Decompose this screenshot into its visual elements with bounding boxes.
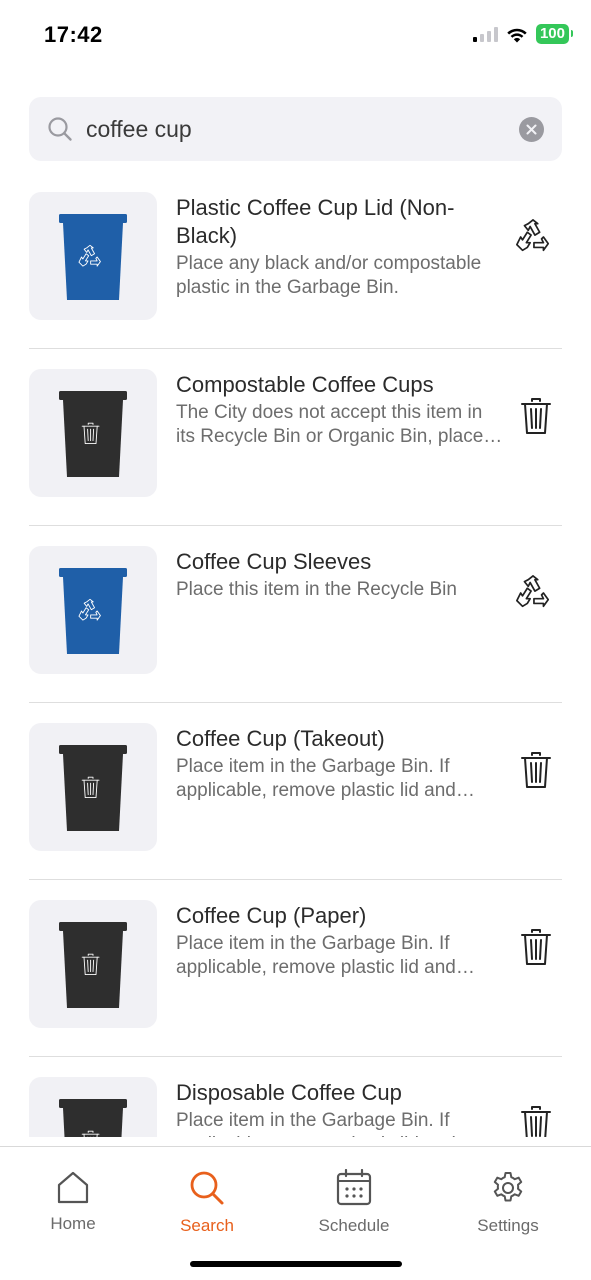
status-indicators: 100 <box>472 24 574 44</box>
tab-home[interactable]: Home <box>13 1169 133 1234</box>
result-title: Disposable Coffee Cup <box>176 1080 402 1105</box>
tab-schedule-label: Schedule <box>318 1216 390 1235</box>
result-text: Compostable Coffee Cups The City does not… <box>176 371 506 449</box>
close-icon <box>526 124 537 135</box>
wifi-icon <box>507 28 527 42</box>
result-row[interactable]: Compostable Coffee Cups The City does not… <box>29 349 562 526</box>
clear-search-button[interactable] <box>519 117 544 142</box>
result-row[interactable]: Coffee Cup (Takeout) Place item in the Ga… <box>29 703 562 880</box>
result-text: Coffee Cup (Paper) Place item in the Garb… <box>176 902 506 980</box>
bin-thumbnail <box>29 369 157 497</box>
trash-icon <box>521 1106 551 1137</box>
result-description: Place item in the Garbage Bin. If applic… <box>176 756 456 801</box>
home-indicator <box>190 1261 402 1267</box>
recycle-icon <box>515 575 550 608</box>
result-row[interactable]: Disposable Coffee Cup Place item in the G… <box>29 1057 562 1137</box>
recycle-icon-indicator <box>514 218 552 261</box>
cellular-signal-icon <box>472 26 498 42</box>
garbage-bin-icon <box>59 1099 127 1137</box>
bin-thumbnail <box>29 192 157 320</box>
status-time: 17:42 <box>44 22 103 47</box>
tab-settings[interactable]: Settings <box>448 1169 568 1236</box>
result-title: Plastic Coffee Cup Lid (Non-Black) <box>176 195 455 248</box>
bin-thumbnail <box>29 1077 157 1137</box>
result-text: Coffee Cup (Takeout) Place item in the Ga… <box>176 725 506 803</box>
trash-icon <box>521 929 551 965</box>
trash-icon-indicator <box>520 397 552 440</box>
bin-thumbnail <box>29 900 157 1028</box>
gear-icon <box>493 1172 523 1202</box>
results-list: Plastic Coffee Cup Lid (Non-Black) Place … <box>0 172 591 1137</box>
tab-settings-label: Settings <box>477 1216 539 1235</box>
result-text: Plastic Coffee Cup Lid (Non-Black) Place … <box>176 194 506 300</box>
result-description: Place item in the Garbage Bin. If applic… <box>176 1110 456 1137</box>
result-description: Place item in the Garbage Bin. If applic… <box>176 933 456 978</box>
bin-thumbnail <box>29 546 157 674</box>
home-icon <box>57 1171 89 1204</box>
tab-home-label: Home <box>50 1214 96 1233</box>
recycle-icon <box>515 219 550 252</box>
bin-thumbnail <box>29 723 157 851</box>
result-description: The City does not accept this item in it… <box>176 402 499 447</box>
trash-icon <box>521 752 551 788</box>
tab-search-label: Search <box>180 1216 234 1235</box>
recycle-icon-indicator <box>514 574 552 617</box>
recycle-bin-icon <box>59 214 127 300</box>
result-row[interactable]: Plastic Coffee Cup Lid (Non-Black) Place … <box>29 172 562 349</box>
result-title: Coffee Cup (Paper) <box>176 903 367 928</box>
recycle-bin-icon <box>59 568 127 654</box>
search-bar[interactable] <box>29 97 562 161</box>
search-input[interactable] <box>86 97 506 161</box>
result-description: Place any black and/or compostable plast… <box>176 253 482 298</box>
result-row[interactable]: Coffee Cup (Paper) Place item in the Garb… <box>29 880 562 1057</box>
garbage-bin-icon <box>59 922 127 1008</box>
search-icon <box>48 117 72 141</box>
result-title: Coffee Cup Sleeves <box>176 549 372 574</box>
result-text: Disposable Coffee Cup Place item in the G… <box>176 1079 506 1137</box>
garbage-bin-icon <box>59 745 127 831</box>
result-title: Coffee Cup (Takeout) <box>176 726 385 751</box>
tab-schedule[interactable]: Schedule <box>294 1168 414 1236</box>
trash-icon-indicator <box>520 928 552 971</box>
trash-icon <box>521 398 551 434</box>
tab-bar: Home Search Schedule Settings <box>0 1146 591 1280</box>
result-row[interactable]: Coffee Cup Sleeves Place this item in the… <box>29 526 562 703</box>
search-icon <box>190 1171 224 1205</box>
battery-indicator: 100 <box>535 24 574 44</box>
status-bar: 17:42 100 <box>0 0 591 70</box>
garbage-bin-icon <box>59 391 127 477</box>
result-title: Compostable Coffee Cups <box>176 372 434 397</box>
calendar-icon <box>336 1168 372 1206</box>
trash-icon-indicator <box>520 1105 552 1137</box>
app-screen: 17:42 100 coffee cup Plastic Coffee Cup … <box>0 0 591 1280</box>
result-description: Place this item in the Recycle Bin <box>176 579 457 600</box>
result-text: Coffee Cup Sleeves Place this item in the… <box>176 548 506 602</box>
trash-icon-indicator <box>520 751 552 794</box>
tab-search[interactable]: Search <box>147 1169 267 1236</box>
